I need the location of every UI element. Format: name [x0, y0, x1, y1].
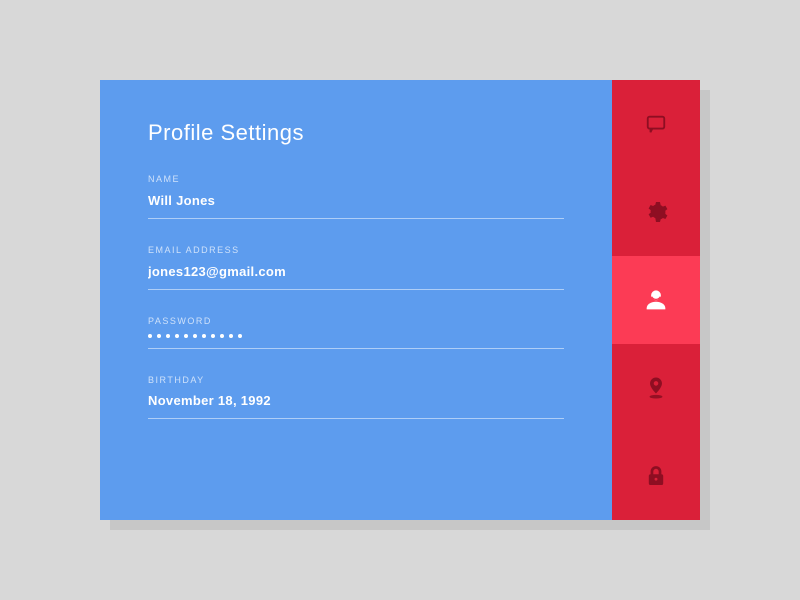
- sidebar-item-chat[interactable]: [612, 80, 700, 168]
- email-field-group: EMAIL ADDRESS: [148, 245, 564, 290]
- page-title: Profile Settings: [148, 120, 564, 146]
- name-field-group: NAME: [148, 174, 564, 219]
- gear-icon: [644, 200, 668, 224]
- password-label: PASSWORD: [148, 316, 564, 326]
- sidebar-item-profile[interactable]: [612, 256, 700, 344]
- password-input[interactable]: [148, 334, 564, 349]
- main-panel: Profile Settings NAME EMAIL ADDRESS PASS…: [100, 80, 612, 520]
- sidebar-item-security[interactable]: [612, 432, 700, 520]
- birthday-label: BIRTHDAY: [148, 375, 564, 385]
- birthday-input[interactable]: November 18, 1992: [148, 393, 564, 419]
- birthday-field-group: BIRTHDAY November 18, 1992: [148, 375, 564, 419]
- password-field-group: PASSWORD: [148, 316, 564, 349]
- sidebar-item-settings[interactable]: [612, 168, 700, 256]
- email-label: EMAIL ADDRESS: [148, 245, 564, 255]
- name-label: NAME: [148, 174, 564, 184]
- chat-icon: [645, 113, 667, 135]
- lock-icon: [647, 465, 665, 487]
- name-input[interactable]: [148, 193, 564, 219]
- location-icon: [645, 376, 667, 400]
- user-icon: [642, 286, 670, 314]
- email-input[interactable]: [148, 264, 564, 290]
- sidebar-item-location[interactable]: [612, 344, 700, 432]
- sidebar-nav: [612, 80, 700, 520]
- settings-card: Profile Settings NAME EMAIL ADDRESS PASS…: [100, 80, 700, 520]
